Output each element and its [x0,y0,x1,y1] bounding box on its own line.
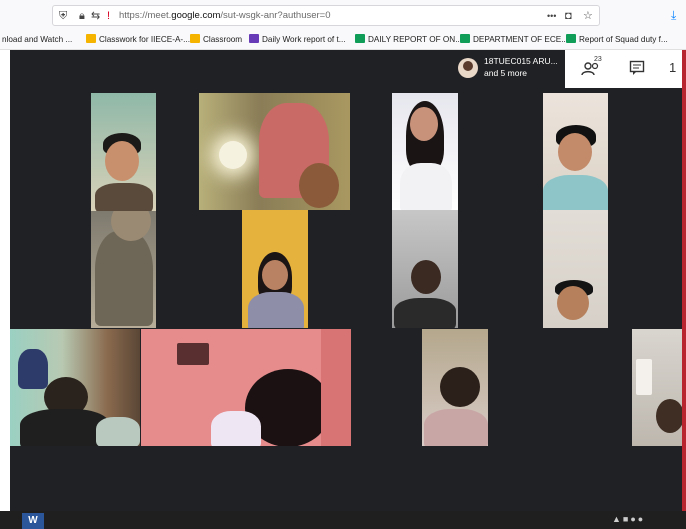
bookmark-item[interactable]: Daily Work report of t... [249,34,346,45]
window-border [682,50,686,511]
screen: ⛨ 🔒︎ ⇆ ! https://meet.google.com/sut-wsg… [0,0,686,529]
participant-video-tile[interactable] [632,329,684,446]
chat-icon[interactable] [629,60,645,76]
participant-video-tile[interactable] [199,93,350,210]
presenter-name: 18TUEC015 ARU... [484,56,558,66]
sheets-icon [566,34,576,43]
pocket-icon[interactable]: ◘ [565,10,572,22]
participant-video-tile[interactable] [392,93,458,210]
browser-toolbar: ⛨ 🔒︎ ⇆ ! https://meet.google.com/sut-wsg… [0,0,686,30]
bookmark-item[interactable]: DAILY REPORT OF ON... [355,34,462,45]
window-edge [0,50,10,511]
taskbar: W ▲■●● [0,511,686,529]
forms-icon [249,34,259,43]
bookmark-label: Classwork for IIECE-A-... [99,35,190,44]
participant-video-tile[interactable] [91,93,156,211]
presenter-avatar [458,58,478,78]
bookmark-label: nload and Watch ... [2,35,73,44]
participant-video-tile[interactable] [422,329,488,446]
participant-video-tile[interactable] [10,329,140,446]
bookmark-item[interactable]: Classroom [190,34,242,45]
people-count: 23 [594,56,602,63]
star-icon[interactable]: ☆ [583,10,593,22]
meet-top-bar: 18TUEC015 ARU... and 5 more 23 1 [10,50,686,88]
people-icon[interactable] [581,61,603,77]
participant-video-tile[interactable] [141,329,351,446]
bookmark-item[interactable]: nload and Watch ... [2,34,72,45]
classroom-icon [86,34,96,43]
bookmark-label: Classroom [203,35,243,44]
bookmark-label: Report of Squad duty f... [579,35,668,44]
bookmark-item[interactable]: Report of Squad duty f... [566,34,668,45]
meet-controls-panel: 23 1 [565,50,686,88]
camera-indicator-icon[interactable]: ! [107,10,110,22]
participant-video-tile[interactable] [242,210,308,328]
download-icon[interactable]: ⤓ [671,8,676,23]
presenter-more: and 5 more [484,68,527,78]
word-app-icon[interactable]: W [22,513,44,529]
bookmarks-bar: nload and Watch ... Classwork for IIECE-… [0,30,686,50]
permissions-icon[interactable]: ⇆ [91,10,100,22]
page-actions-icon[interactable]: ••• [547,10,556,22]
bookmark-item[interactable]: DEPARTMENT OF ECE... [460,34,568,45]
activities-button[interactable]: 1 [669,60,676,75]
meet-video-grid: 18TUEC015 ARU... and 5 more 23 1 [10,50,686,511]
participant-video-tile[interactable] [91,211,156,328]
bookmark-item[interactable]: Classwork for IIECE-A-... [86,34,190,45]
system-tray-icons[interactable]: ▲■●● [612,514,645,524]
url-text[interactable]: https://meet.google.com/sut-wsgk-anr?aut… [119,10,331,22]
participant-video-tile[interactable] [392,210,458,328]
bookmark-label: DAILY REPORT OF ON... [368,35,463,44]
sheets-icon [460,34,470,43]
shield-icon[interactable]: ⛨ [59,10,67,22]
classroom-icon [190,34,200,43]
sheets-icon [355,34,365,43]
participant-video-tile[interactable] [543,93,608,210]
bookmark-label: Daily Work report of t... [262,35,346,44]
address-bar[interactable]: ⛨ 🔒︎ ⇆ ! https://meet.google.com/sut-wsg… [52,5,600,26]
lock-icon[interactable]: 🔒︎ [79,10,85,22]
bookmark-label: DEPARTMENT OF ECE... [473,35,569,44]
participant-video-tile[interactable] [543,210,608,328]
